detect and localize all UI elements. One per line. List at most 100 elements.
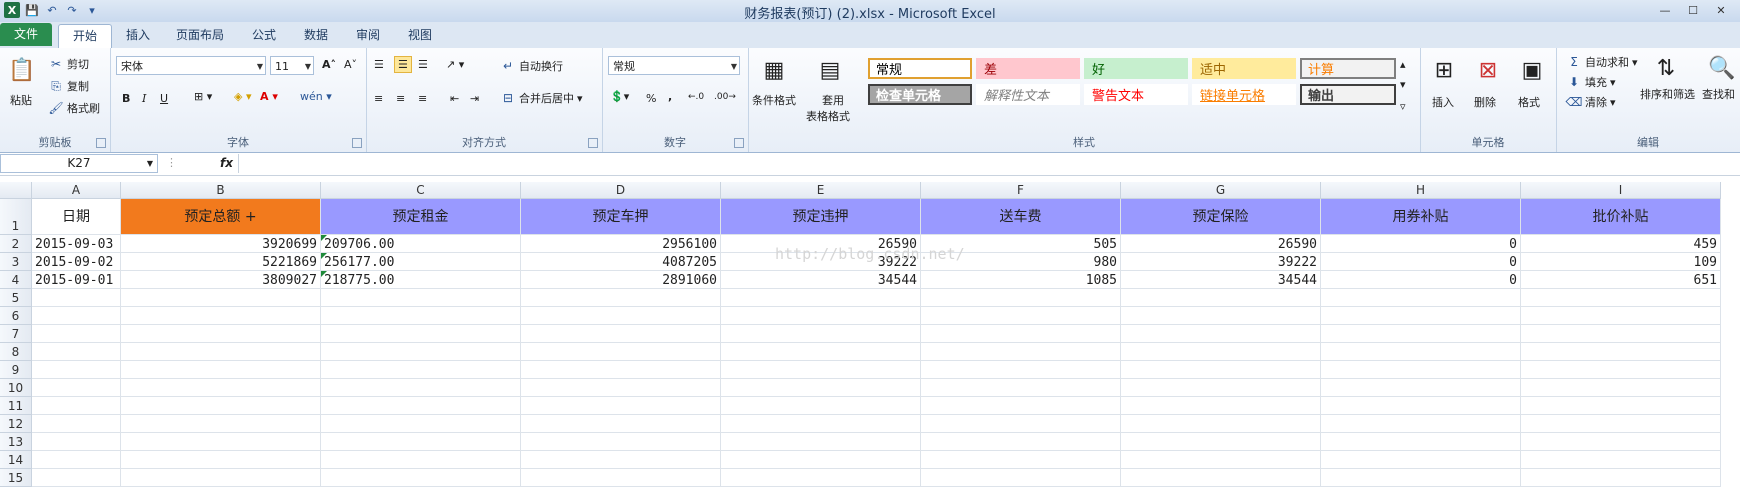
cell-H5[interactable]: [1321, 289, 1521, 307]
column-header-G[interactable]: G: [1121, 182, 1321, 199]
comma-button[interactable]: ,: [668, 90, 672, 103]
cell-I14[interactable]: [1521, 451, 1721, 469]
cell-C4[interactable]: 218775.00: [321, 271, 521, 289]
cell-F5[interactable]: [921, 289, 1121, 307]
cell-style-1[interactable]: 差: [976, 58, 1080, 79]
delete-cells-button[interactable]: 删除: [1474, 94, 1496, 110]
cell-B12[interactable]: [121, 415, 321, 433]
cell-B3[interactable]: 5221869: [121, 253, 321, 271]
tab-home[interactable]: 开始: [58, 24, 113, 49]
cell-A13[interactable]: [32, 433, 121, 451]
cell-H10[interactable]: [1321, 379, 1521, 397]
cell-I5[interactable]: [1521, 289, 1721, 307]
cell-G3[interactable]: 39222: [1121, 253, 1321, 271]
cell-F9[interactable]: [921, 361, 1121, 379]
cell-I9[interactable]: [1521, 361, 1721, 379]
insert-function-icon[interactable]: fx: [220, 156, 233, 170]
cell-E7[interactable]: [721, 325, 921, 343]
insert-cells-button[interactable]: 插入: [1432, 94, 1454, 110]
row-header-5[interactable]: 5: [0, 289, 32, 307]
cell-I4[interactable]: 651: [1521, 271, 1721, 289]
cell-H13[interactable]: [1321, 433, 1521, 451]
currency-icon[interactable]: 💲▾: [610, 90, 629, 103]
cell-E13[interactable]: [721, 433, 921, 451]
font-color-icon[interactable]: A ▾: [260, 90, 278, 103]
cell-H11[interactable]: [1321, 397, 1521, 415]
cell-E15[interactable]: [721, 469, 921, 487]
increase-indent-icon[interactable]: ⇥: [470, 92, 479, 105]
cell-I11[interactable]: [1521, 397, 1721, 415]
cell-B13[interactable]: [121, 433, 321, 451]
cell-F13[interactable]: [921, 433, 1121, 451]
cell-C8[interactable]: [321, 343, 521, 361]
cell-G15[interactable]: [1121, 469, 1321, 487]
grow-font-icon[interactable]: A˄: [322, 58, 336, 71]
cell-I8[interactable]: [1521, 343, 1721, 361]
formula-input[interactable]: [238, 154, 1740, 173]
tab-file[interactable]: 文件: [0, 23, 52, 46]
header-cell-I[interactable]: 批价补贴: [1521, 199, 1721, 235]
cell-C6[interactable]: [321, 307, 521, 325]
cell-A6[interactable]: [32, 307, 121, 325]
cell-D6[interactable]: [521, 307, 721, 325]
clipboard-launcher-icon[interactable]: [96, 138, 106, 148]
select-all-corner[interactable]: [0, 182, 32, 199]
cell-H15[interactable]: [1321, 469, 1521, 487]
row-header-2[interactable]: 2: [0, 235, 32, 253]
header-cell-H[interactable]: 用券补贴: [1321, 199, 1521, 235]
cell-A14[interactable]: [32, 451, 121, 469]
row-header-4[interactable]: 4: [0, 271, 32, 289]
cell-F6[interactable]: [921, 307, 1121, 325]
cell-F4[interactable]: 1085: [921, 271, 1121, 289]
cell-B8[interactable]: [121, 343, 321, 361]
close-icon[interactable]: ✕: [1708, 1, 1734, 19]
sort-filter-icon[interactable]: ⇅: [1650, 52, 1682, 84]
gallery-more-icon[interactable]: ▿: [1400, 100, 1406, 113]
tab-insert[interactable]: 插入: [112, 24, 164, 47]
bold-button[interactable]: B: [122, 92, 130, 105]
increase-decimal-icon[interactable]: ←.0: [688, 92, 704, 102]
row-header-11[interactable]: 11: [0, 397, 32, 415]
cell-I7[interactable]: [1521, 325, 1721, 343]
cell-C11[interactable]: [321, 397, 521, 415]
align-bottom-icon[interactable]: ☰: [418, 58, 428, 71]
align-right-icon[interactable]: ≡: [418, 92, 427, 105]
cell-D12[interactable]: [521, 415, 721, 433]
column-header-H[interactable]: H: [1321, 182, 1521, 199]
header-cell-F[interactable]: 送车费: [921, 199, 1121, 235]
cell-C7[interactable]: [321, 325, 521, 343]
italic-button[interactable]: I: [142, 92, 146, 105]
font-name-select[interactable]: 宋体 ▼: [116, 56, 266, 75]
cell-H4[interactable]: 0: [1321, 271, 1521, 289]
cell-C3[interactable]: 256177.00: [321, 253, 521, 271]
phonetic-icon[interactable]: wén ▾: [300, 90, 332, 103]
copy-button[interactable]: ⎘ 复制: [48, 78, 89, 94]
cell-C9[interactable]: [321, 361, 521, 379]
cell-D3[interactable]: 4087205: [521, 253, 721, 271]
cell-F8[interactable]: [921, 343, 1121, 361]
format-cells-icon[interactable]: ▣: [1516, 54, 1548, 86]
cell-E4[interactable]: 34544: [721, 271, 921, 289]
cell-style-9[interactable]: 输出: [1300, 84, 1396, 105]
table-format-button-line2[interactable]: 表格格式: [806, 108, 850, 124]
cell-D7[interactable]: [521, 325, 721, 343]
tab-review[interactable]: 审阅: [342, 24, 394, 47]
cell-C12[interactable]: [321, 415, 521, 433]
conditional-format-icon[interactable]: ▦: [758, 54, 790, 86]
cell-E11[interactable]: [721, 397, 921, 415]
find-icon[interactable]: 🔍: [1706, 52, 1738, 84]
clear-button[interactable]: ⌫ 清除 ▾: [1566, 94, 1616, 110]
cell-E14[interactable]: [721, 451, 921, 469]
row-header-3[interactable]: 3: [0, 253, 32, 271]
cell-H12[interactable]: [1321, 415, 1521, 433]
find-select-button[interactable]: 查找和: [1702, 86, 1735, 102]
cell-A10[interactable]: [32, 379, 121, 397]
cell-I6[interactable]: [1521, 307, 1721, 325]
row-header-13[interactable]: 13: [0, 433, 32, 451]
delete-cells-icon[interactable]: ⊠: [1472, 54, 1504, 86]
cell-B9[interactable]: [121, 361, 321, 379]
cell-B7[interactable]: [121, 325, 321, 343]
cell-H9[interactable]: [1321, 361, 1521, 379]
fill-color-icon[interactable]: ◈ ▾: [234, 90, 251, 103]
row-header-6[interactable]: 6: [0, 307, 32, 325]
